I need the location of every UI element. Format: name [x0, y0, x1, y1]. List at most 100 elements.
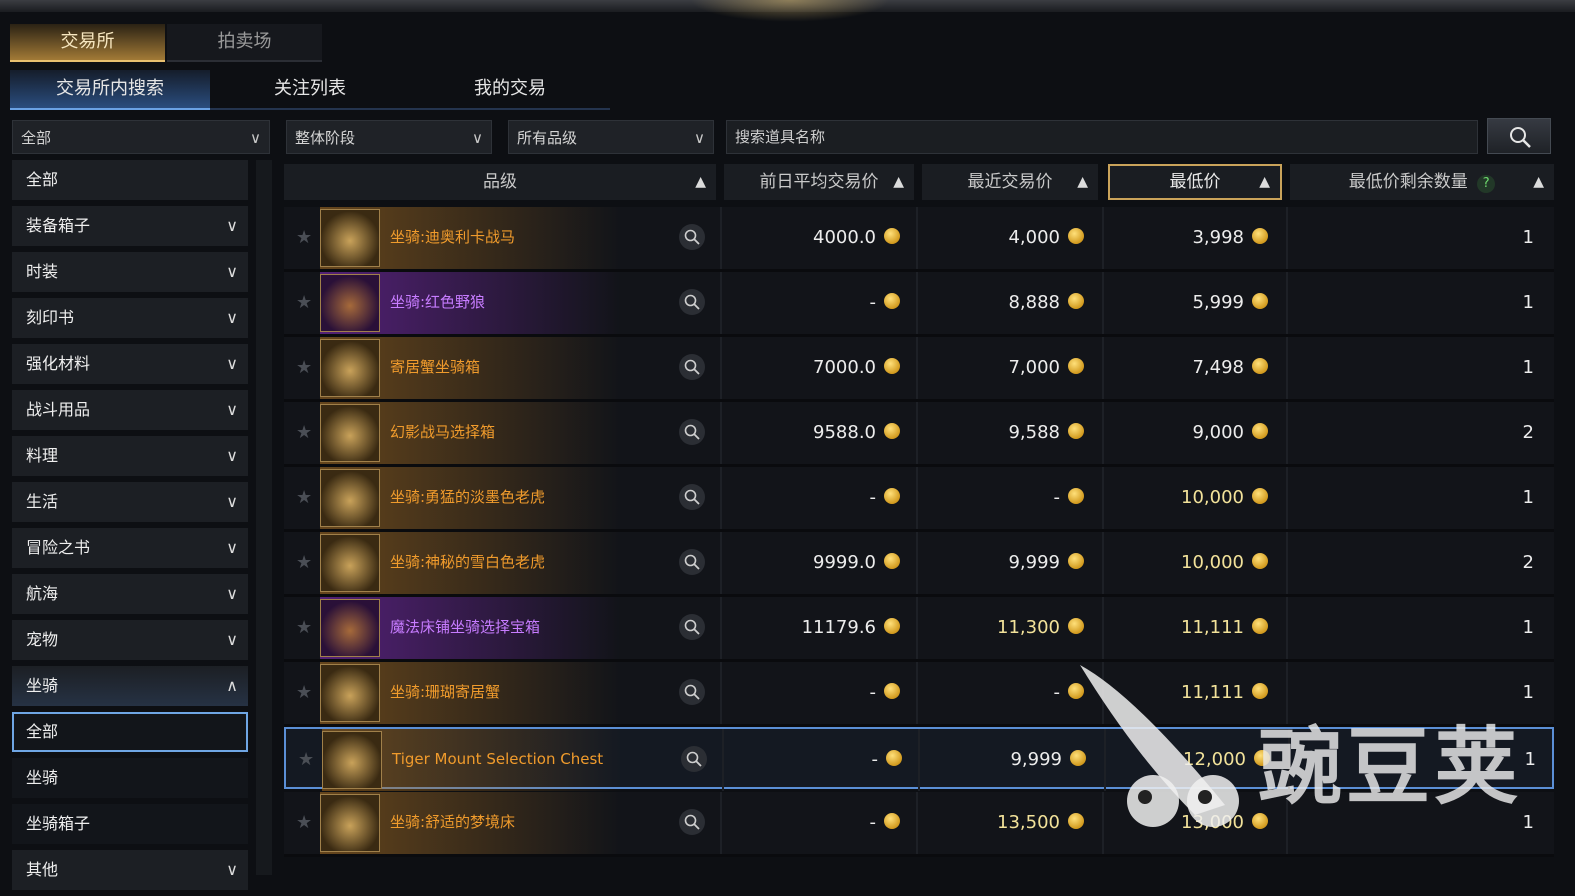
favorite-star-icon[interactable]: ★: [296, 292, 312, 313]
column-divider: [918, 729, 920, 791]
item-icon: [320, 794, 380, 852]
table-row[interactable]: ★ 坐骑:迪奥利卡战马 4000.0 4,000 3,998 1: [284, 207, 1554, 272]
inspect-button[interactable]: [681, 746, 707, 772]
avg-price-value: 9999.0: [813, 552, 876, 573]
avg-price-value: 7000.0: [813, 357, 876, 378]
min-price-cell: 3,998: [1106, 207, 1268, 269]
inspect-button[interactable]: [679, 224, 705, 250]
sidebar-scrollbar[interactable]: [256, 160, 272, 875]
header-grade[interactable]: 品级 ▲: [284, 164, 716, 200]
item-name[interactable]: 坐骑:神秘的雪白色老虎: [390, 532, 545, 594]
min-price-value: 5,999: [1192, 292, 1244, 313]
header-recent-price-label: 最近交易价: [967, 172, 1053, 192]
favorite-star-icon[interactable]: ★: [296, 552, 312, 573]
item-name[interactable]: 幻影战马选择箱: [390, 402, 495, 464]
header-recent-price[interactable]: 最近交易价 ▲: [922, 164, 1098, 200]
table-row[interactable]: ★ 寄居蟹坐骑箱 7000.0 7,000 7,498 1: [284, 337, 1554, 402]
header-min-price[interactable]: 最低价 ▲: [1108, 164, 1282, 200]
favorite-star-icon[interactable]: ★: [296, 227, 312, 248]
header-min-qty[interactable]: 最低价剩余数量 ? ▲: [1290, 164, 1554, 200]
sidebar-item[interactable]: 坐骑 ∧: [12, 666, 248, 706]
magnifier-icon: [684, 424, 700, 440]
table-row[interactable]: ★ 坐骑:神秘的雪白色老虎 9999.0 9,999 10,000 2: [284, 532, 1554, 597]
min-qty-value: 2: [1522, 552, 1534, 573]
inspect-button[interactable]: [679, 354, 705, 380]
sidebar-item[interactable]: 料理 ∨: [12, 436, 248, 476]
chevron-down-icon: ∨: [250, 129, 261, 147]
sidebar-item[interactable]: 刻印书 ∨: [12, 298, 248, 338]
stage-dropdown[interactable]: 整体阶段 ∨: [286, 120, 492, 154]
item-name[interactable]: Tiger Mount Selection Chest: [392, 729, 603, 791]
sidebar-item[interactable]: 坐骑: [12, 758, 248, 798]
chevron-down-icon: ∨: [226, 630, 238, 649]
help-icon[interactable]: ?: [1477, 175, 1496, 193]
favorite-star-icon[interactable]: ★: [296, 422, 312, 443]
sidebar-item[interactable]: 生活 ∨: [12, 482, 248, 522]
tab-my-trades[interactable]: 我的交易: [410, 70, 610, 110]
column-divider: [1286, 402, 1288, 464]
favorite-star-icon[interactable]: ★: [296, 617, 312, 638]
item-name[interactable]: 坐骑:舒适的梦境床: [390, 792, 515, 854]
column-divider: [722, 729, 724, 791]
gold-coin-icon: [886, 750, 902, 766]
recent-price-cell: -: [920, 662, 1084, 724]
table-row[interactable]: ★ 坐骑:红色野狼 - 8,888 5,999 1: [284, 272, 1554, 337]
favorite-star-icon[interactable]: ★: [296, 357, 312, 378]
inspect-button[interactable]: [679, 484, 705, 510]
favorite-star-icon[interactable]: ★: [298, 749, 314, 770]
grade-dropdown[interactable]: 所有品级 ∨: [508, 120, 714, 154]
item-name[interactable]: 魔法床铺坐骑选择宝箱: [390, 597, 540, 659]
inspect-button[interactable]: [679, 679, 705, 705]
sidebar-item[interactable]: 航海 ∨: [12, 574, 248, 614]
sidebar-item[interactable]: 其他 ∨: [12, 850, 248, 890]
column-divider: [916, 662, 918, 724]
tab-auction[interactable]: 拍卖场: [167, 24, 322, 62]
sidebar-item[interactable]: 坐骑箱子: [12, 804, 248, 844]
recent-price-cell: 11,300: [920, 597, 1084, 659]
table-row[interactable]: ★ 魔法床铺坐骑选择宝箱 11179.6 11,300 11,111 1: [284, 597, 1554, 662]
favorite-star-icon[interactable]: ★: [296, 812, 312, 833]
min-qty-value: 1: [1522, 292, 1534, 313]
item-name[interactable]: 坐骑:珊瑚寄居蟹: [390, 662, 500, 724]
item-name[interactable]: 坐骑:勇猛的淡墨色老虎: [390, 467, 545, 529]
sidebar-item[interactable]: 装备箱子 ∨: [12, 206, 248, 246]
sidebar-item[interactable]: 战斗用品 ∨: [12, 390, 248, 430]
inspect-button[interactable]: [679, 289, 705, 315]
sub-tabs: 交易所内搜索 关注列表 我的交易: [10, 70, 610, 110]
gold-coin-icon: [884, 813, 900, 829]
item-name[interactable]: 寄居蟹坐骑箱: [390, 337, 480, 399]
inspect-button[interactable]: [679, 549, 705, 575]
column-divider: [916, 532, 918, 594]
avg-price-cell: -: [724, 467, 900, 529]
sidebar-item[interactable]: 时装 ∨: [12, 252, 248, 292]
inspect-button[interactable]: [679, 614, 705, 640]
header-avg-price[interactable]: 前日平均交易价 ▲: [724, 164, 914, 200]
top-ornament: [690, 0, 890, 22]
search-input[interactable]: 搜索道具名称: [726, 120, 1478, 154]
column-divider: [720, 792, 722, 854]
inspect-button[interactable]: [679, 809, 705, 835]
item-name[interactable]: 坐骑:红色野狼: [390, 272, 485, 334]
sidebar-item[interactable]: 宠物 ∨: [12, 620, 248, 660]
header-avg-price-label: 前日平均交易价: [759, 172, 879, 192]
tab-exchange[interactable]: 交易所: [10, 24, 165, 62]
tab-exchange-search[interactable]: 交易所内搜索: [10, 70, 210, 110]
inspect-button[interactable]: [679, 419, 705, 445]
sidebar-item-label: 料理: [26, 446, 59, 465]
sidebar-item-label: 刻印书: [26, 308, 75, 327]
column-divider: [1286, 272, 1288, 334]
search-button[interactable]: [1487, 118, 1551, 154]
header-grade-label: 品级: [483, 172, 517, 192]
favorite-star-icon[interactable]: ★: [296, 682, 312, 703]
sidebar-item[interactable]: 全部: [12, 160, 248, 200]
chevron-down-icon: ∨: [226, 584, 238, 603]
sidebar-item[interactable]: 冒险之书 ∨: [12, 528, 248, 568]
table-row[interactable]: ★ 坐骑:勇猛的淡墨色老虎 - - 10,000 1: [284, 467, 1554, 532]
sidebar-item[interactable]: 全部: [12, 712, 248, 752]
table-row[interactable]: ★ 幻影战马选择箱 9588.0 9,588 9,000 2: [284, 402, 1554, 467]
item-name[interactable]: 坐骑:迪奥利卡战马: [390, 207, 515, 269]
category-dropdown[interactable]: 全部 ∨: [12, 120, 270, 154]
tab-watch-list[interactable]: 关注列表: [210, 70, 410, 110]
favorite-star-icon[interactable]: ★: [296, 487, 312, 508]
sidebar-item[interactable]: 强化材料 ∨: [12, 344, 248, 384]
